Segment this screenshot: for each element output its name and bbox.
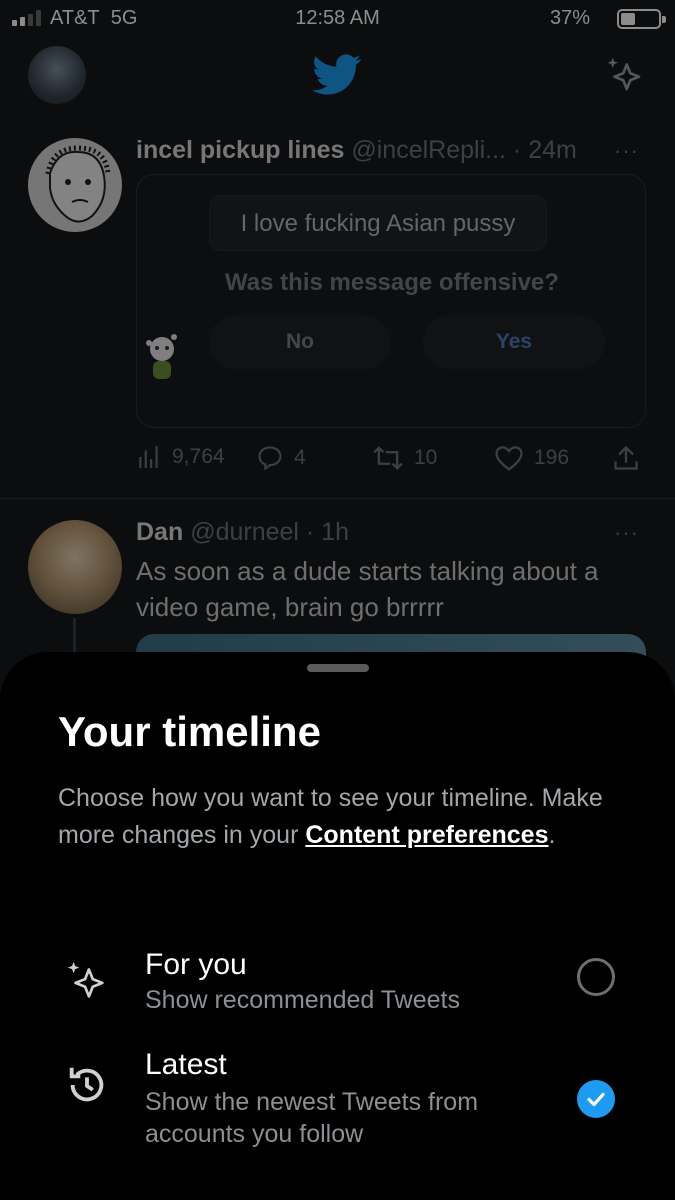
sparkle-icon[interactable] xyxy=(604,54,646,96)
twitter-bird-icon[interactable] xyxy=(312,53,362,97)
option-title: For you xyxy=(145,948,247,981)
card-yes-button[interactable]: Yes xyxy=(423,315,605,369)
option-subtitle: Show the newest Tweets from accounts you… xyxy=(145,1088,479,1148)
battery-icon xyxy=(617,9,666,29)
tweet-divider xyxy=(0,498,675,499)
share-icon xyxy=(614,445,638,470)
tweet-time: · 24m xyxy=(512,136,577,164)
heart-icon xyxy=(495,446,523,471)
like-count: 196 xyxy=(534,446,570,469)
tweet-header: Dan @durneel · 1h xyxy=(136,518,349,547)
reddit-snoo-icon xyxy=(146,334,177,379)
views-action[interactable]: 9,764 xyxy=(136,444,225,470)
tweet-actions: 9,764 4 10 196 xyxy=(136,444,646,476)
card-message: I love fucking Asian pussy xyxy=(209,195,547,251)
share-action[interactable] xyxy=(612,444,640,472)
tweet-more-button[interactable]: ··· xyxy=(614,520,639,546)
checkmark-icon xyxy=(587,1092,605,1107)
tweet-author-name[interactable]: Dan xyxy=(136,518,183,546)
option-latest[interactable]: Latest Show the newest Tweets from accou… xyxy=(0,1048,675,1158)
card-question: Was this message offensive? xyxy=(225,269,559,296)
tweet-text: As soon as a dude starts talking about a… xyxy=(136,556,599,622)
option-subtitle: Show recommended Tweets xyxy=(145,986,460,1014)
timeline-bottom-sheet: Your timeline Choose how you want to see… xyxy=(0,652,675,1200)
profile-avatar[interactable] xyxy=(28,46,86,104)
status-bar: AT&T 5G 12:58 AM 37% xyxy=(0,0,675,40)
latest-radio[interactable] xyxy=(577,1080,615,1118)
retweet-icon xyxy=(373,446,403,470)
sheet-description-suffix: . xyxy=(548,821,556,849)
card-no-button[interactable]: No xyxy=(209,315,391,369)
option-title: Latest xyxy=(145,1048,227,1081)
content-preferences-link[interactable]: Content preferences xyxy=(305,821,548,849)
reply-icon xyxy=(258,446,282,471)
like-action[interactable]: 196 xyxy=(494,444,569,472)
tweet-card[interactable]: I love fucking Asian pussy Was this mess… xyxy=(136,174,646,428)
tweet-author-avatar[interactable] xyxy=(28,520,122,614)
tweet-author-handle: @durneel xyxy=(190,518,299,546)
sheet-grabber[interactable] xyxy=(307,664,369,672)
sparkle-icon xyxy=(67,961,104,998)
battery-percent: 37% xyxy=(549,7,590,29)
retweet-action[interactable]: 10 xyxy=(372,444,437,472)
tweet-author-handle: @incelRepli... xyxy=(351,136,506,164)
tweet-author-avatar[interactable] xyxy=(28,138,122,232)
retweet-count: 10 xyxy=(414,446,438,469)
views-count: 9,764 xyxy=(172,445,225,468)
option-for-you[interactable]: For you Show recommended Tweets xyxy=(0,948,675,1028)
history-icon xyxy=(69,1067,104,1102)
tweet-time: · 1h xyxy=(305,518,350,546)
for-you-radio[interactable] xyxy=(577,958,615,996)
views-icon xyxy=(139,446,158,468)
tweet-more-button[interactable]: ··· xyxy=(614,138,639,164)
sheet-title: Your timeline xyxy=(58,708,321,755)
reply-action[interactable]: 4 xyxy=(256,444,306,472)
tweet-header: incel pickup lines @incelRepli... · 24m xyxy=(136,136,577,165)
reply-count: 4 xyxy=(294,446,306,469)
sheet-description: Choose how you want to see your timeline… xyxy=(58,780,638,854)
tweet-author-name[interactable]: incel pickup lines xyxy=(136,136,344,164)
